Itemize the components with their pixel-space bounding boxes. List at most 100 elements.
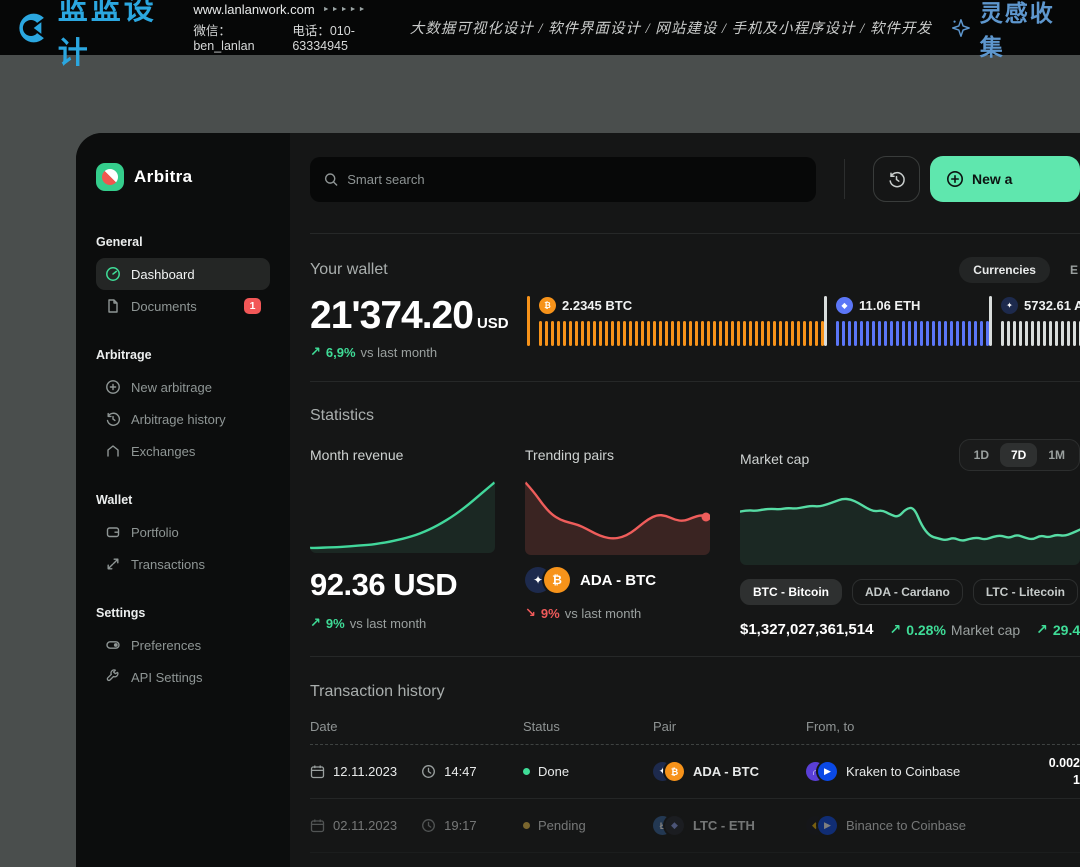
arrow-icons: ►►►►► xyxy=(323,6,368,13)
exchange-building-icon xyxy=(105,443,121,459)
trend-up-icon: ↗ xyxy=(310,344,321,360)
month-revenue-chart xyxy=(310,479,495,553)
table-row[interactable]: 02.11.202319:17PendingŁ◆LTC - ETH◆▶Binan… xyxy=(310,799,1080,853)
btc-icon: ₿ xyxy=(544,567,570,593)
eth-icon: ◆ xyxy=(836,297,853,314)
sidebar-item-label: Dashboard xyxy=(131,267,195,282)
app-name: Arbitra xyxy=(134,167,193,187)
nav-title: Settings xyxy=(96,606,270,620)
cell-date: 02.11.202319:17 xyxy=(310,818,523,833)
table-row[interactable]: 29.10.202304:23Done✦₿ADA - BTC∩▶Kraken t… xyxy=(310,853,1080,867)
wrench-icon xyxy=(105,669,121,685)
search-input[interactable] xyxy=(347,172,802,187)
coin-pill[interactable]: LTC - Litecoin xyxy=(973,579,1078,605)
new-arbitrage-button[interactable]: New a xyxy=(930,156,1080,202)
column-header-from-to: From, to xyxy=(806,719,1008,734)
currency-amount: ✦5732.61 ADA xyxy=(1001,296,1080,314)
btc-icon: ₿ xyxy=(539,297,556,314)
eth_dark-icon: ◆ xyxy=(665,816,684,835)
wallet-actions: Currencies E xyxy=(959,257,1080,283)
timeframe-7d[interactable]: 7D xyxy=(1000,443,1037,467)
collect-link[interactable]: 灵感收集 xyxy=(950,0,1064,62)
cell-pair: ✦₿ADA - BTC xyxy=(653,762,806,781)
statistics-title: Statistics xyxy=(310,407,1080,425)
table-header: Date Status Pair From, to xyxy=(310,719,1080,745)
cell-amount: 0.0021 xyxy=(1008,755,1080,788)
sidebar-item-label: Arbitrage history xyxy=(131,412,226,427)
timeframe-1d[interactable]: 1D xyxy=(963,443,1000,467)
history-button[interactable] xyxy=(873,156,920,202)
nav-section-general: General Dashboard Documents 1 xyxy=(96,235,270,322)
site-contact: www.lanlanwork.com ►►►►► 微信：ben_lanlan 电… xyxy=(193,2,391,53)
trend-up-icon: ↗ xyxy=(310,615,321,631)
plus-circle-icon xyxy=(946,170,964,188)
site-logo[interactable]: 蓝蓝设计 xyxy=(16,0,169,72)
transfer-arrows-icon xyxy=(105,556,121,572)
sidebar-item-label: Documents xyxy=(131,299,197,314)
currency-amount: ◆11.06 ETH xyxy=(836,296,989,314)
currencies-button[interactable]: Currencies xyxy=(959,257,1050,283)
sidebar-item-dashboard[interactable]: Dashboard xyxy=(96,258,270,290)
sidebar-item-new-arbitrage[interactable]: New arbitrage xyxy=(96,371,270,403)
cell-from-to: ∩▶Kraken to Coinbase xyxy=(806,762,1008,781)
site-url[interactable]: www.lanlanwork.com xyxy=(193,2,314,17)
exchanges-button-truncated[interactable]: E xyxy=(1068,257,1080,283)
clock-icon xyxy=(421,764,436,779)
site-logo-text: 蓝蓝设计 xyxy=(58,0,170,72)
trending-pair: ✦₿ ADA - BTC xyxy=(525,567,710,593)
collect-label: 灵感收集 xyxy=(980,0,1064,62)
cell-pair: Ł◆LTC - ETH xyxy=(653,816,806,835)
coin-pill[interactable]: ADA - Cardano xyxy=(852,579,963,605)
gauge-icon xyxy=(105,266,121,282)
clock-icon xyxy=(421,818,436,833)
sidebar-item-api-settings[interactable]: API Settings xyxy=(96,661,270,693)
table-row[interactable]: 12.11.202314:47Done✦₿ADA - BTC∩▶Kraken t… xyxy=(310,745,1080,799)
sidebar-item-transactions[interactable]: Transactions xyxy=(96,548,270,580)
main-content: New a Your wallet Currencies E 21'374.20… xyxy=(290,133,1080,867)
calendar-icon xyxy=(310,818,325,833)
sidebar-item-arbitrage-history[interactable]: Arbitrage history xyxy=(96,403,270,435)
coin-pill[interactable]: BTC - Bitcoin xyxy=(740,579,842,605)
lanlan-logo-icon xyxy=(16,8,50,48)
status-dot xyxy=(523,768,530,775)
ada-icon: ✦ xyxy=(1001,297,1018,314)
arbitra-app: Arbitra General Dashboard Documents 1 Ar… xyxy=(76,133,1080,867)
wallet-currency-ada: ✦5732.61 ADA xyxy=(989,296,1080,360)
sidebar-item-label: Portfolio xyxy=(131,525,179,540)
trend-down-icon: ↘ xyxy=(525,605,536,621)
plus-circle-icon xyxy=(105,379,121,395)
volume-change: ↗ 29.40% Volume (24 xyxy=(1036,621,1080,638)
wallet-icon xyxy=(105,524,121,540)
timeframe-1m[interactable]: 1M xyxy=(1037,443,1076,467)
pair-label: ADA - BTC xyxy=(580,572,656,589)
market-cap-pills: BTC - Bitcoin ADA - Cardano LTC - Litecoin… xyxy=(740,579,1080,605)
market-cap-chart xyxy=(740,487,1080,565)
wallet-title: Your wallet xyxy=(310,261,388,279)
market-cap-panel: Market cap 1D7D1M BTC - BitcoinADA - Car… xyxy=(740,447,1080,638)
cell-from-to: ◆▶Binance to Coinbase xyxy=(806,816,1008,835)
coinbase-icon: ▶ xyxy=(818,816,837,835)
new-button-label: New a xyxy=(972,171,1012,187)
currency-bars xyxy=(836,321,989,346)
status-dot xyxy=(523,822,530,829)
currency-amount: ₿2.2345 BTC xyxy=(539,296,824,314)
wallet-currency-eth: ◆11.06 ETH xyxy=(824,296,989,360)
nav-title: General xyxy=(96,235,270,249)
wallet-currency-bars: ₿2.2345 BTC ◆11.06 ETH ✦5732.61 ADA xyxy=(527,296,1080,360)
sidebar-item-label: New arbitrage xyxy=(131,380,212,395)
site-wechat: 微信：ben_lanlan xyxy=(193,20,276,53)
month-revenue-value: 92.36 USD xyxy=(310,567,495,603)
search-box[interactable] xyxy=(310,157,816,202)
arbitra-logo-icon xyxy=(96,163,124,191)
trending-pairs-chart xyxy=(525,479,710,555)
app-logo[interactable]: Arbitra xyxy=(96,163,270,191)
currency-bars xyxy=(1001,321,1080,346)
nav-title: Wallet xyxy=(96,493,270,507)
currency-bars xyxy=(539,321,824,346)
calendar-icon xyxy=(310,764,325,779)
sidebar-item-preferences[interactable]: Preferences xyxy=(96,629,270,661)
sidebar-item-documents[interactable]: Documents 1 xyxy=(96,290,270,322)
sidebar-item-label: Exchanges xyxy=(131,444,195,459)
sidebar-item-portfolio[interactable]: Portfolio xyxy=(96,516,270,548)
sidebar-item-exchanges[interactable]: Exchanges xyxy=(96,435,270,467)
